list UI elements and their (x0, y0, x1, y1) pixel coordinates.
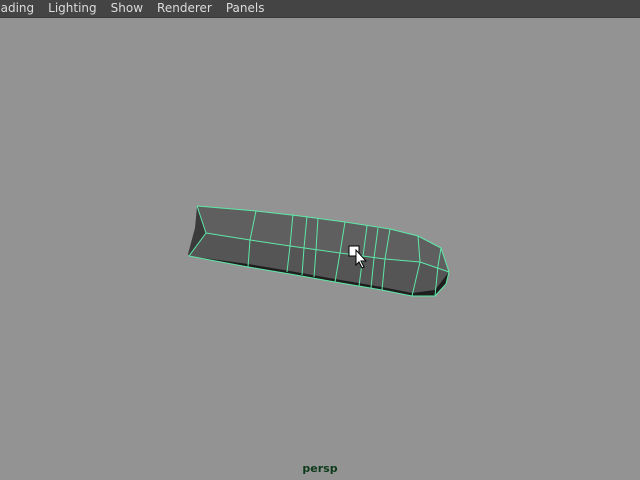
menu-panels[interactable]: Panels (219, 0, 272, 17)
menu-show[interactable]: Show (104, 0, 150, 17)
mesh-view (188, 205, 450, 297)
menu-renderer[interactable]: Renderer (150, 0, 219, 17)
menu-shading[interactable]: nading (0, 0, 41, 17)
viewport-menu-bar: nading Lighting Show Renderer Panels (0, 0, 640, 18)
camera-name-label: persp (302, 462, 338, 475)
perspective-viewport[interactable]: persp (0, 18, 640, 480)
menu-lighting[interactable]: Lighting (41, 0, 104, 17)
